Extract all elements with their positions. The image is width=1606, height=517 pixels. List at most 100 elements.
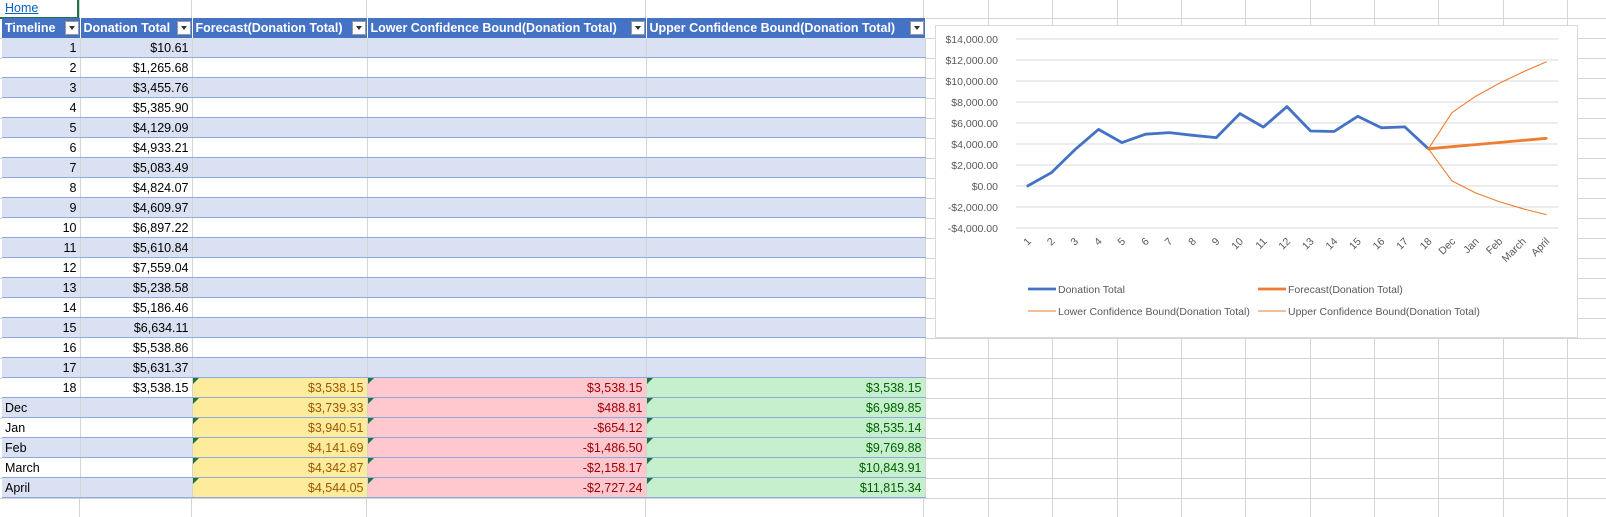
table-cell[interactable]: $6,634.11 [80, 317, 193, 338]
table-cell[interactable] [192, 137, 368, 158]
filter-dropdown-icon[interactable] [630, 21, 645, 35]
table-cell[interactable]: 11 [2, 237, 81, 258]
table-cell[interactable]: $6,989.85 [646, 397, 926, 418]
table-cell[interactable]: $6,897.22 [80, 217, 193, 238]
table-cell[interactable]: $4,933.21 [80, 137, 193, 158]
table-cell[interactable]: $4,141.69 [192, 437, 368, 458]
table-cell[interactable]: 5 [2, 117, 81, 138]
table-cell[interactable] [646, 77, 926, 98]
table-cell[interactable] [80, 477, 193, 498]
column-header[interactable]: Lower Confidence Bound(Donation Total) [367, 18, 647, 38]
table-cell[interactable] [192, 357, 368, 378]
table-cell[interactable] [646, 237, 926, 258]
table-cell[interactable] [646, 38, 926, 58]
table-cell[interactable]: -$654.12 [367, 417, 647, 438]
table-cell[interactable] [80, 437, 193, 458]
table-cell[interactable] [367, 317, 647, 338]
table-cell[interactable] [367, 337, 647, 358]
table-cell[interactable]: $488.81 [367, 397, 647, 418]
table-cell[interactable]: $7,559.04 [80, 257, 193, 278]
table-cell[interactable] [192, 237, 368, 258]
forecast-chart[interactable]: $14,000.00 $12,000.00 $10,000.00 $8,000.00 $… [935, 25, 1578, 338]
table-cell[interactable]: $5,538.86 [80, 337, 193, 358]
table-cell[interactable]: $3,739.33 [192, 397, 368, 418]
table-cell[interactable] [367, 38, 647, 58]
table-cell[interactable]: 3 [2, 77, 81, 98]
table-cell[interactable] [367, 197, 647, 218]
table-cell[interactable] [367, 217, 647, 238]
table-cell[interactable] [367, 297, 647, 318]
table-cell[interactable]: Dec [2, 397, 81, 418]
table-cell[interactable]: $5,385.90 [80, 97, 193, 118]
table-cell[interactable]: -$1,486.50 [367, 437, 647, 458]
table-cell[interactable]: $11,815.34 [646, 477, 926, 498]
table-cell[interactable] [367, 157, 647, 178]
table-cell[interactable] [646, 157, 926, 178]
table-cell[interactable] [192, 297, 368, 318]
table-cell[interactable]: $8,535.14 [646, 417, 926, 438]
table-cell[interactable] [192, 77, 368, 98]
table-cell[interactable]: $10.61 [80, 38, 193, 58]
table-cell[interactable] [80, 457, 193, 478]
table-cell[interactable]: 8 [2, 177, 81, 198]
column-header[interactable]: Timeline [2, 18, 81, 38]
table-cell[interactable]: 18 [2, 377, 81, 398]
table-cell[interactable]: $1,265.68 [80, 57, 193, 78]
table-cell[interactable] [367, 257, 647, 278]
table-cell[interactable] [80, 397, 193, 418]
table-cell[interactable]: 14 [2, 297, 81, 318]
table-cell[interactable] [192, 257, 368, 278]
column-header[interactable]: Upper Confidence Bound(Donation Total) [646, 18, 926, 38]
table-cell[interactable] [192, 97, 368, 118]
table-cell[interactable]: $4,544.05 [192, 477, 368, 498]
column-header[interactable]: Donation Total [80, 18, 193, 38]
table-cell[interactable]: $4,609.97 [80, 197, 193, 218]
table-cell[interactable]: Jan [2, 417, 81, 438]
table-cell[interactable]: 7 [2, 157, 81, 178]
table-cell[interactable]: 1 [2, 38, 81, 58]
table-cell[interactable]: March [2, 457, 81, 478]
table-cell[interactable] [646, 57, 926, 78]
table-cell[interactable] [367, 97, 647, 118]
table-cell[interactable] [192, 277, 368, 298]
table-cell[interactable]: Feb [2, 437, 81, 458]
table-cell[interactable] [80, 417, 193, 438]
table-cell[interactable]: $4,129.09 [80, 117, 193, 138]
table-cell[interactable] [646, 277, 926, 298]
table-cell[interactable] [646, 317, 926, 338]
filter-dropdown-icon[interactable] [64, 21, 79, 35]
table-cell[interactable]: $3,538.15 [367, 377, 647, 398]
table-cell[interactable] [646, 337, 926, 358]
table-cell[interactable]: 13 [2, 277, 81, 298]
table-cell[interactable] [192, 197, 368, 218]
table-cell[interactable]: 2 [2, 57, 81, 78]
filter-dropdown-icon[interactable] [176, 21, 191, 35]
table-cell[interactable]: April [2, 477, 81, 498]
table-cell[interactable] [192, 38, 368, 58]
table-cell[interactable] [192, 117, 368, 138]
table-cell[interactable] [367, 357, 647, 378]
table-cell[interactable]: $3,538.15 [80, 377, 193, 398]
table-cell[interactable] [192, 57, 368, 78]
table-cell[interactable] [646, 177, 926, 198]
table-cell[interactable]: $5,083.49 [80, 157, 193, 178]
table-cell[interactable] [192, 337, 368, 358]
table-cell[interactable] [367, 117, 647, 138]
table-cell[interactable]: 17 [2, 357, 81, 378]
table-cell[interactable] [367, 57, 647, 78]
table-cell[interactable] [646, 257, 926, 278]
table-cell[interactable] [192, 317, 368, 338]
table-cell[interactable]: $3,455.76 [80, 77, 193, 98]
table-cell[interactable] [646, 197, 926, 218]
table-cell[interactable]: 16 [2, 337, 81, 358]
table-cell[interactable]: $5,186.46 [80, 297, 193, 318]
table-cell[interactable] [646, 357, 926, 378]
table-cell[interactable] [192, 157, 368, 178]
table-cell[interactable] [192, 217, 368, 238]
table-cell[interactable] [367, 177, 647, 198]
table-cell[interactable]: $5,238.58 [80, 277, 193, 298]
table-cell[interactable]: $3,940.51 [192, 417, 368, 438]
filter-dropdown-icon[interactable] [909, 21, 924, 35]
table-cell[interactable] [367, 137, 647, 158]
home-cell[interactable]: Home [0, 0, 79, 19]
